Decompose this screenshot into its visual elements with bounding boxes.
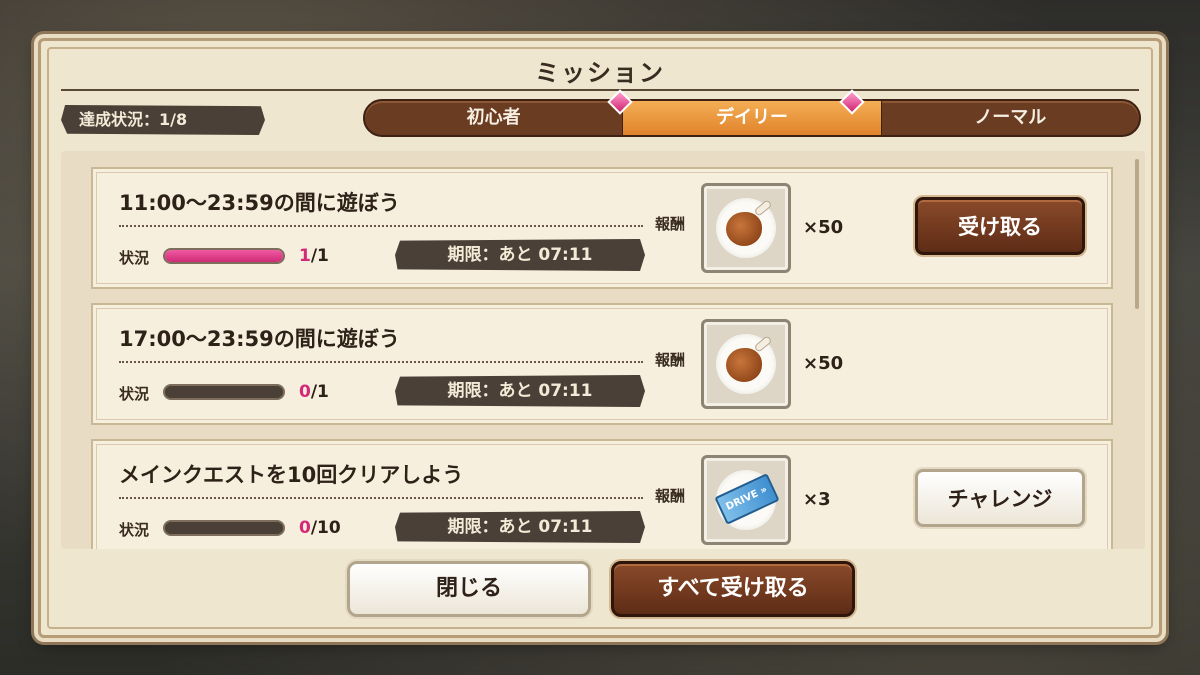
plate: DRIVE » [714,470,780,530]
progress-text: 0/10 [299,518,341,538]
mission-title: 11:00〜23:59の間に遊ぼう [119,191,400,215]
tab-beginner[interactable]: 初心者 [365,101,622,135]
bone-icon [753,335,773,353]
reward-label: 報酬 [655,215,686,233]
mission-title: メインクエストを10回クリアしよう [119,463,464,487]
progress-current: 1 [299,246,311,266]
tab-bar: 初心者 デイリー ノーマル [363,99,1141,137]
reward-item-frame[interactable] [701,319,791,409]
plate [716,198,776,258]
reward-quantity: ×3 [803,489,831,510]
progress-text: 1/1 [299,246,329,266]
reward-item-frame[interactable]: DRIVE » [701,455,791,545]
tab-daily[interactable]: デイリー [623,101,881,135]
progress-current: 0 [299,382,311,402]
reward-quantity: ×50 [803,353,844,374]
dotted-divider [119,225,643,227]
mission-card: 17:00〜23:59の間に遊ぼう 報酬 状況 0/1 期限：あと 07:11 … [91,303,1113,425]
receive-all-button[interactable]: すべて受け取る [611,561,855,617]
progress-bar [163,248,285,264]
receive-button[interactable]: 受け取る [915,197,1085,255]
progress-current: 0 [299,518,311,538]
reward-item-frame[interactable] [701,183,791,273]
mission-card: メインクエストを10回クリアしよう 報酬 状況 0/10 期限：あと 07:11… [91,439,1113,549]
mission-title: 17:00〜23:59の間に遊ぼう [119,327,400,351]
close-button[interactable]: 閉じる [347,561,591,617]
progress-total: /1 [310,382,329,402]
progress-bar [163,384,285,400]
progress-total: /1 [310,246,329,266]
progress-fill [165,250,283,262]
bone-icon [753,199,773,217]
status-label: 状況 [119,521,150,539]
progress-total: /10 [310,518,341,538]
dotted-divider [119,497,643,499]
reward-label: 報酬 [655,351,686,369]
tab-normal[interactable]: ノーマル [882,101,1139,135]
meat-icon [726,212,762,246]
title-divider [61,89,1139,91]
ticket-icon: DRIVE » [714,473,780,525]
progress-text: 0/1 [299,382,329,402]
scrollbar[interactable] [1135,159,1139,309]
mission-card: 11:00〜23:59の間に遊ぼう 報酬 状況 1/1 期限：あと 07:11 … [91,167,1113,289]
deadline-badge: 期限：あと 07:11 [395,375,645,407]
plate [716,334,776,394]
mission-dialog: ミッション 達成状況：1/8 初心者 デイリー ノーマル 11:00〜23:59… [38,38,1162,638]
mission-list[interactable]: 11:00〜23:59の間に遊ぼう 報酬 状況 1/1 期限：あと 07:11 … [61,151,1145,549]
status-label: 状況 [119,385,150,403]
achievement-status: 達成状況：1/8 [61,105,265,135]
reward-label: 報酬 [655,487,686,505]
reward-quantity: ×50 [803,217,844,238]
challenge-button[interactable]: チャレンジ [915,469,1085,527]
deadline-badge: 期限：あと 07:11 [395,511,645,543]
status-label: 状況 [119,249,150,267]
progress-bar [163,520,285,536]
meat-icon [726,348,762,382]
dotted-divider [119,361,643,363]
deadline-badge: 期限：あと 07:11 [395,239,645,271]
dialog-title: ミッション [535,59,665,87]
